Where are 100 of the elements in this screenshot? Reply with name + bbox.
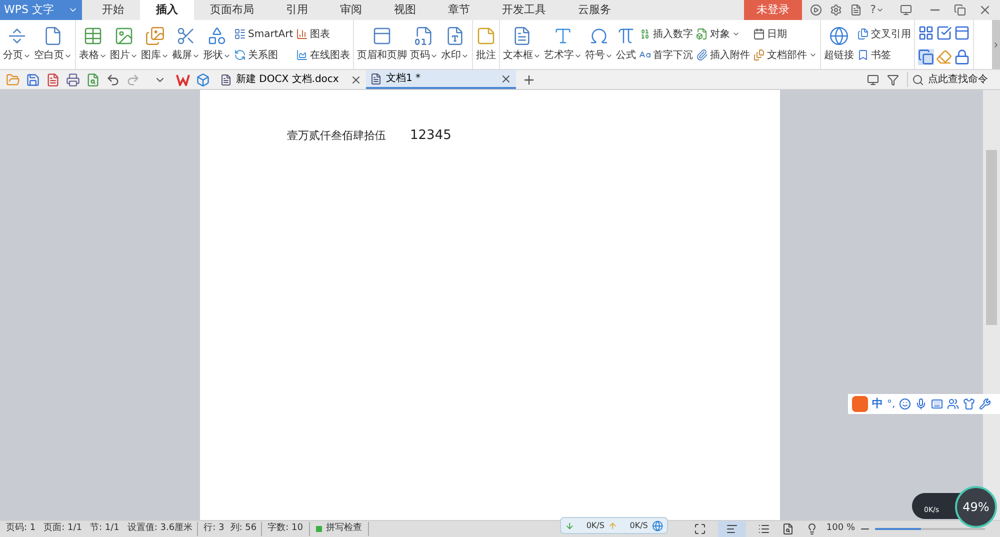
settings-icon[interactable] xyxy=(830,4,842,16)
omega-icon xyxy=(589,26,610,46)
cube-icon[interactable] xyxy=(196,72,210,86)
ribbon-small-button[interactable]: 对象 xyxy=(696,26,750,42)
ribbon-button[interactable]: 页眉和页脚 xyxy=(357,20,408,69)
ribbon-button[interactable]: 公式 xyxy=(616,20,636,69)
ribbon-tab[interactable]: 开始 xyxy=(86,0,140,20)
shirt-icon[interactable] xyxy=(963,398,976,410)
ribbon-button[interactable]: 超链接 xyxy=(824,20,854,69)
close-icon[interactable] xyxy=(978,3,992,17)
ribbon-small-button[interactable]: 交叉引用 xyxy=(857,26,912,42)
eye-protection-icon[interactable] xyxy=(806,523,818,535)
save-icon[interactable] xyxy=(26,72,40,86)
ribbon-tab[interactable]: 视图 xyxy=(378,0,432,20)
app-menu-button[interactable]: WPS 文字 xyxy=(0,0,82,20)
ribbon-button[interactable]: 空白页 xyxy=(34,20,72,69)
ribbon-button[interactable]: 文本框 xyxy=(503,20,542,69)
ribbon-tab[interactable]: 插入 xyxy=(140,0,194,20)
sticky-note-icon xyxy=(476,26,496,46)
ribbon-small-button[interactable]: 日期 xyxy=(753,26,818,42)
ribbon-small-button[interactable]: 首字下沉 xyxy=(639,48,694,62)
pdf-icon[interactable] xyxy=(46,72,60,86)
ribbon-small-button[interactable]: 关系图 xyxy=(234,48,294,62)
ribbon-button[interactable]: 艺术字 xyxy=(544,20,582,69)
command-search-field[interactable]: 点此查找命令 xyxy=(907,72,1000,87)
document-icon xyxy=(220,74,232,86)
print-preview-icon[interactable] xyxy=(86,72,100,86)
ribbon-tab[interactable]: 审阅 xyxy=(324,0,378,20)
layout-icon[interactable] xyxy=(918,24,934,40)
ribbon-small-button[interactable]: 插入附件 xyxy=(696,48,750,62)
ribbon-button[interactable]: 形状 xyxy=(203,20,231,69)
list-layout-icon xyxy=(234,28,246,40)
ribbon-button[interactable]: 图片 xyxy=(110,20,138,69)
dropdown-caret-icon xyxy=(876,6,884,14)
search-icon xyxy=(912,74,924,86)
print-icon[interactable] xyxy=(66,72,80,86)
ribbon-small-button[interactable]: 文档部件 xyxy=(753,48,818,62)
ribbon-small-button[interactable]: 在线图表 xyxy=(296,48,350,62)
ribbon-button[interactable]: 图库 xyxy=(141,20,169,69)
monitor-icon[interactable] xyxy=(900,4,912,16)
ime-punctuation[interactable]: °, xyxy=(887,396,896,412)
fullscreen-icon[interactable] xyxy=(694,523,706,535)
login-button[interactable]: 未登录 xyxy=(744,0,802,20)
copy-icon[interactable] xyxy=(918,48,934,64)
pi-icon xyxy=(616,26,636,46)
filter-icon[interactable] xyxy=(887,74,899,86)
lock-icon[interactable] xyxy=(954,48,970,64)
ribbon-button[interactable]: 符号 xyxy=(585,20,614,69)
ribbon-button[interactable]: 水印 xyxy=(441,20,470,69)
cross-reference-icon xyxy=(857,28,870,40)
wrench-icon[interactable] xyxy=(979,398,992,410)
bookmark-icon xyxy=(857,49,870,61)
smile-icon[interactable] xyxy=(899,398,912,410)
number-icon xyxy=(639,28,652,40)
ribbon-button[interactable]: 表格 xyxy=(79,20,107,69)
paperclip-icon xyxy=(696,49,708,61)
panel-icon[interactable] xyxy=(954,24,970,40)
cycle-icon xyxy=(234,49,246,61)
play-icon[interactable] xyxy=(810,4,822,16)
ime-logo-icon[interactable] xyxy=(852,396,868,412)
ime-mode[interactable]: 中 xyxy=(872,396,883,412)
ribbon-tab[interactable]: 云服务 xyxy=(562,0,627,20)
close-icon[interactable] xyxy=(500,72,512,84)
web-view-icon[interactable] xyxy=(782,523,794,535)
help-button[interactable]: ? xyxy=(870,2,884,18)
page-number-icon xyxy=(414,26,434,46)
spell-check-button[interactable]: 拼写检查 xyxy=(308,522,369,536)
ribbon-scroll-handle[interactable] xyxy=(992,20,1000,69)
ribbon-small-button[interactable]: 插入数字 xyxy=(639,26,694,42)
people-icon[interactable] xyxy=(947,398,960,410)
ribbon-small-button[interactable]: SmartArt xyxy=(234,26,294,42)
ribbon-small-button[interactable]: 图表 xyxy=(296,26,350,42)
browser-icon[interactable] xyxy=(652,520,664,532)
screen-icon[interactable] xyxy=(867,74,879,86)
microphone-icon[interactable] xyxy=(915,398,928,410)
ribbon-button[interactable]: 页码 xyxy=(410,20,438,69)
ribbon-button[interactable]: 截屏 xyxy=(172,20,200,69)
document-tab[interactable]: 文档1 * xyxy=(366,70,516,89)
new-tab-icon[interactable] xyxy=(522,72,536,86)
status-text: 页码: 1 xyxy=(6,522,36,536)
close-icon[interactable] xyxy=(350,74,362,86)
ribbon-tab[interactable]: 开发工具 xyxy=(486,0,562,20)
ribbon-button[interactable]: 批注 xyxy=(476,20,496,69)
checkbox-icon[interactable] xyxy=(936,24,952,40)
status-text: 节: 1/1 xyxy=(90,522,120,536)
status-text: 页面: 1/1 xyxy=(44,522,82,536)
document-text: 壹万贰仟叁佰肆拾伍 xyxy=(287,128,386,144)
restore-icon[interactable] xyxy=(954,4,966,16)
ribbon-tab[interactable]: 章节 xyxy=(432,0,486,20)
ribbon-button[interactable]: 分页 xyxy=(3,20,31,69)
ribbon-tab[interactable]: 页面布局 xyxy=(194,0,270,20)
wps-logo-icon[interactable] xyxy=(176,74,190,86)
ribbon-tab[interactable]: 引用 xyxy=(270,0,324,20)
page-view-button[interactable] xyxy=(718,521,746,537)
document-icon[interactable] xyxy=(850,4,862,16)
keyboard-icon[interactable] xyxy=(931,398,944,410)
undo-icon[interactable] xyxy=(106,72,120,86)
document-tab-label: 新建 DOCX 文档.docx xyxy=(236,72,339,87)
scrollbar-thumb[interactable] xyxy=(986,150,997,325)
ribbon-small-button[interactable]: 书签 xyxy=(857,48,912,62)
